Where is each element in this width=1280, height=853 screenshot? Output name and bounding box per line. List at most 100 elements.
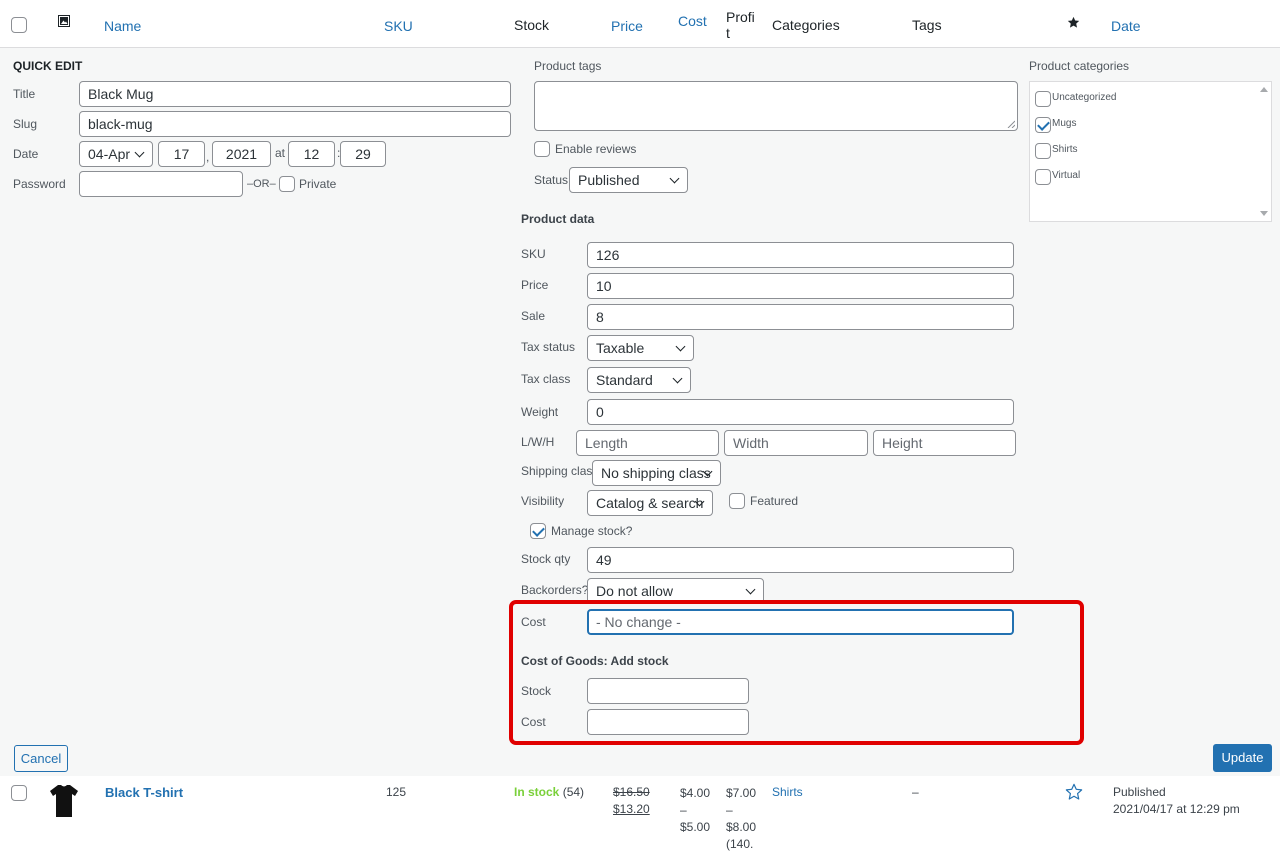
product-tags-textarea[interactable]: [534, 81, 1018, 131]
category-mugs-checkbox[interactable]: [1035, 117, 1051, 133]
quick-edit-panel: QUICK EDIT Title Black Mug Slug black-mu…: [0, 47, 1280, 776]
backorders-label: Backorders?: [521, 583, 589, 597]
column-header-sku[interactable]: SKU: [384, 18, 413, 34]
product-sku: 125: [386, 785, 407, 799]
featured-toggle-star-icon[interactable]: [1065, 783, 1083, 804]
price-input[interactable]: 10: [587, 273, 1014, 299]
cost-range: $4.00 – $5.00: [680, 785, 710, 836]
tax-class-select[interactable]: Standard: [587, 367, 691, 393]
private-label: Private: [299, 177, 337, 191]
private-checkbox[interactable]: [279, 176, 295, 192]
password-label: Password: [13, 177, 66, 191]
password-input[interactable]: [79, 171, 243, 197]
sale-label: Sale: [521, 309, 546, 323]
day-separator: ,: [206, 150, 210, 164]
hour-input[interactable]: 12: [288, 141, 335, 167]
select-all-checkbox[interactable]: [11, 17, 27, 33]
day-input[interactable]: 17: [158, 141, 205, 167]
price-old: $16.50: [613, 785, 650, 799]
profit-range: $7.00 – $8.00 (140.: [726, 785, 756, 853]
category-uncategorized-checkbox[interactable]: [1035, 91, 1051, 107]
categories-scrollbar[interactable]: [1257, 82, 1271, 221]
product-categories-box: Uncategorized Mugs Shirts Virtual: [1029, 81, 1272, 222]
or-separator: –OR–: [247, 178, 276, 190]
row-tags: –: [912, 785, 919, 799]
featured-label: Featured: [750, 494, 799, 508]
cost-dash: –: [680, 803, 687, 817]
update-button[interactable]: Update: [1213, 744, 1272, 772]
stock-count: (54): [562, 785, 585, 799]
product-tags-label: Product tags: [534, 59, 602, 73]
stock-qty-label: Stock qty: [521, 552, 571, 566]
stock-qty-input[interactable]: 49: [587, 547, 1014, 573]
lwh-label: L/W/H: [521, 435, 555, 449]
column-header-tags: Tags: [912, 17, 942, 33]
featured-checkbox[interactable]: [729, 493, 745, 509]
at-label: at: [275, 146, 286, 160]
cost-min: $4.00: [680, 786, 711, 800]
highlight-box: [509, 600, 1084, 745]
length-input[interactable]: Length: [576, 430, 719, 456]
tshirt-thumbnail[interactable]: [48, 783, 80, 822]
category-link[interactable]: Shirts: [772, 785, 803, 799]
enable-reviews-label: Enable reviews: [555, 142, 637, 156]
featured-star-icon[interactable]: [1067, 16, 1080, 32]
cost-max: $5.00: [680, 820, 711, 834]
product-categories-label: Product categories: [1029, 59, 1130, 73]
shipping-class-label: Shipping class: [521, 464, 599, 478]
column-header-date[interactable]: Date: [1111, 18, 1141, 34]
row-checkbox[interactable]: [11, 785, 27, 801]
shipping-class-select[interactable]: No shipping class: [592, 460, 721, 486]
column-header-categories: Categories: [772, 17, 840, 33]
scroll-up-icon[interactable]: [1260, 87, 1268, 92]
month-select[interactable]: 04-Apr: [79, 141, 153, 167]
width-input[interactable]: Width: [724, 430, 868, 456]
sku-input[interactable]: 126: [587, 242, 1014, 268]
tax-class-label: Tax class: [521, 372, 571, 386]
product-data-heading: Product data: [521, 212, 595, 226]
weight-input[interactable]: 0: [587, 399, 1014, 425]
image-icon: [58, 15, 70, 30]
status-select[interactable]: Published: [569, 167, 688, 193]
resize-handle-icon[interactable]: [1007, 120, 1015, 128]
profit-max: $8.00: [726, 820, 757, 834]
minute-input[interactable]: 29: [340, 141, 386, 167]
column-header-cost[interactable]: Cost: [678, 13, 707, 29]
column-header-stock: Stock: [514, 17, 550, 33]
tax-status-label: Tax status: [521, 340, 576, 354]
visibility-select[interactable]: Catalog & search: [587, 490, 713, 516]
sku-label: SKU: [521, 247, 546, 261]
manage-stock-checkbox[interactable]: [530, 523, 546, 539]
height-input[interactable]: Height: [873, 430, 1016, 456]
tax-status-select[interactable]: Taxable: [587, 335, 694, 361]
date-value: 2021/04/17 at 12:29 pm: [1113, 802, 1240, 816]
column-header-name[interactable]: Name: [104, 18, 141, 34]
column-header-profit-line2: t: [726, 25, 730, 41]
title-input[interactable]: Black Mug: [79, 81, 511, 107]
weight-label: Weight: [521, 405, 559, 419]
status-label: Status: [534, 173, 569, 187]
visibility-label: Visibility: [521, 494, 565, 508]
in-stock-badge: In stock: [514, 785, 560, 799]
category-virtual-label: Virtual: [1052, 170, 1081, 181]
column-header-price[interactable]: Price: [611, 18, 643, 34]
date-status: Published: [1113, 785, 1166, 799]
price-new: $13.20: [613, 802, 650, 816]
sale-input[interactable]: 8: [587, 304, 1014, 330]
stock-status: In stock (54): [514, 785, 584, 799]
slug-label: Slug: [13, 117, 38, 131]
column-header-profit-line1: Profi: [726, 9, 755, 25]
year-input[interactable]: 2021: [212, 141, 271, 167]
cancel-button[interactable]: Cancel: [14, 745, 68, 772]
profit-dash: –: [726, 803, 733, 817]
scroll-down-icon[interactable]: [1260, 211, 1268, 216]
slug-input[interactable]: black-mug: [79, 111, 511, 137]
category-virtual-checkbox[interactable]: [1035, 169, 1051, 185]
enable-reviews-checkbox[interactable]: [534, 141, 550, 157]
product-name-link[interactable]: Black T-shirt: [105, 785, 183, 800]
category-shirts-label: Shirts: [1052, 144, 1078, 155]
category-uncategorized-label: Uncategorized: [1052, 92, 1117, 103]
date-label: Date: [13, 147, 39, 161]
category-shirts-checkbox[interactable]: [1035, 143, 1051, 159]
quick-edit-heading: QUICK EDIT: [13, 59, 83, 73]
